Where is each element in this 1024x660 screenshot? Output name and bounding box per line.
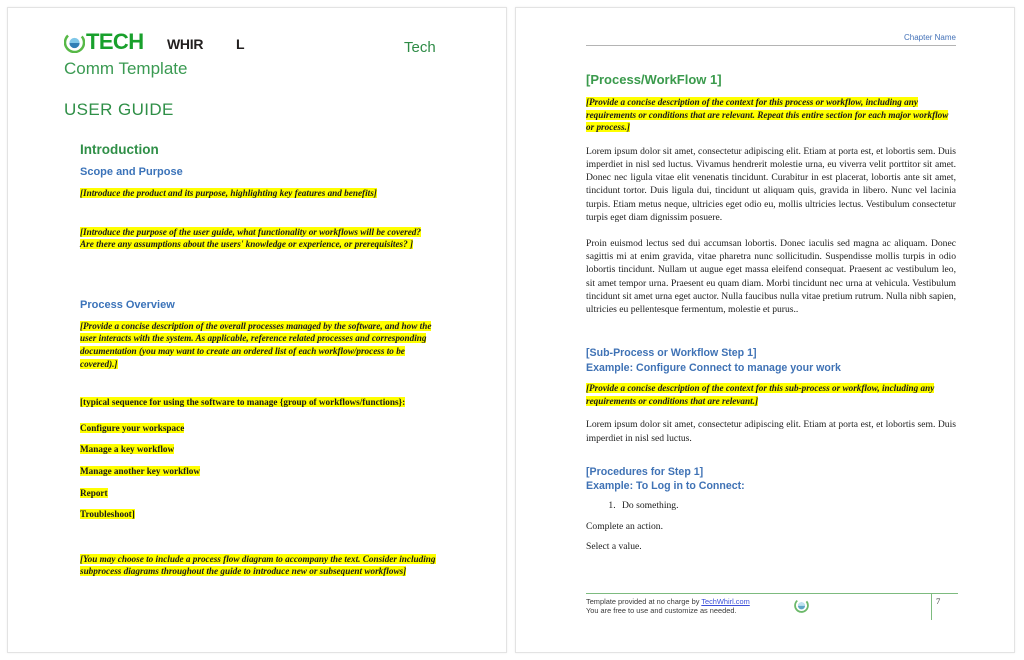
chapter-name-header: Chapter Name xyxy=(903,33,956,42)
footer-credit-prefix: Template provided at no charge by xyxy=(586,597,702,606)
page-left: TECH WHIR L Tech Comm Template USER GUID… xyxy=(7,7,507,653)
heading-procedures-line1: [Procedures for Step 1] xyxy=(586,465,704,478)
note-process-diagram-text: [You may choose to include a process flo… xyxy=(80,553,436,577)
footer-credit-line2: You are free to use and customize as nee… xyxy=(586,606,737,616)
heading-subprocess-line1: [Sub-Process or Workflow Step 1] xyxy=(586,347,757,360)
workflow-item-label: Manage another key workflow xyxy=(80,465,201,476)
note-process-overview: [Provide a concise description of the ov… xyxy=(80,320,436,370)
subprocess-section: [Sub-Process or Workflow Step 1] Example… xyxy=(586,346,956,445)
right-page-content: Chapter Name [Process/WorkFlow 1] [Provi… xyxy=(586,32,956,553)
heading-process-workflow: [Process/WorkFlow 1] xyxy=(586,72,722,87)
list-item: Manage a key workflow xyxy=(80,443,464,456)
note-subprocess-context-text: [Provide a concise description of the co… xyxy=(586,383,935,406)
heading-introduction: Introduction xyxy=(80,142,159,157)
note-process-diagram: [You may choose to include a process flo… xyxy=(80,553,436,578)
page-number: 7 xyxy=(936,596,941,606)
note-subprocess-context: [Provide a concise description of the co… xyxy=(586,382,956,407)
footer-credit-text: Template provided at no charge by TechWh… xyxy=(586,597,750,616)
heading-procedures-line2: Example: To Log in to Connect: xyxy=(586,480,745,493)
workflow-item-label: Configure your workspace xyxy=(80,422,185,433)
note-product-purpose: [Introduce the product and its purpose, … xyxy=(80,187,436,200)
list-item: Select a value. xyxy=(586,540,642,552)
body-paragraph: Lorem ipsum dolor sit amet, consectetur … xyxy=(586,419,956,444)
workflow-item-label: Report xyxy=(80,487,108,498)
left-page-content: TECH WHIR L Tech Comm Template USER GUID… xyxy=(63,29,464,578)
note-typical-sequence-text: [typical sequence for using the software… xyxy=(80,397,406,408)
page-footer: Template provided at no charge by TechWh… xyxy=(586,593,958,623)
list-item: Report xyxy=(80,487,464,500)
list-item: Do something. xyxy=(618,499,956,513)
page-right: Chapter Name [Process/WorkFlow 1] [Provi… xyxy=(515,7,1015,653)
footer-vertical-divider xyxy=(931,594,932,620)
heading-process-overview: Process Overview xyxy=(80,298,175,311)
document-type-title: USER GUIDE xyxy=(64,100,174,119)
list-item: Complete an action. xyxy=(586,520,663,532)
note-process-context: [Provide a concise description of the co… xyxy=(586,96,956,134)
brand-tech-text: TECH xyxy=(86,29,144,54)
list-item: Troubleshoot] xyxy=(80,508,464,521)
note-product-purpose-text: [Introduce the product and its purpose, … xyxy=(80,188,377,198)
header-divider xyxy=(586,45,956,46)
brand-header: TECH WHIR L Tech xyxy=(63,29,464,56)
list-item: Configure your workspace xyxy=(80,422,464,435)
header-right-text: Tech xyxy=(404,39,436,56)
heading-scope-and-purpose: Scope and Purpose xyxy=(80,166,183,178)
techwhirl-swirl-logo-icon xyxy=(794,598,809,613)
list-item: Manage another key workflow xyxy=(80,465,464,478)
footer-body: Template provided at no charge by TechWh… xyxy=(586,594,958,620)
note-guide-purpose-text: [Introduce the purpose of the user guide… xyxy=(80,226,421,250)
brand-subtitle: Comm Template xyxy=(64,59,188,78)
procedures-section: [Procedures for Step 1] Example: To Log … xyxy=(586,465,956,553)
note-typical-sequence: [typical sequence for using the software… xyxy=(80,396,436,409)
techwhirl-link[interactable]: TechWhirl.com xyxy=(701,597,749,606)
note-guide-purpose: [Introduce the purpose of the user guide… xyxy=(80,226,436,251)
brand-whirl-tail-text: L xyxy=(236,36,245,52)
techwhirl-swirl-logo-icon xyxy=(63,31,86,54)
workflow-item-label: Troubleshoot] xyxy=(80,509,135,520)
body-paragraph: Lorem ipsum dolor sit amet, consectetur … xyxy=(586,145,956,223)
heading-subprocess-line2: Example: Configure Connect to manage you… xyxy=(586,361,841,374)
document-spread: TECH WHIR L Tech Comm Template USER GUID… xyxy=(0,0,1024,660)
note-process-overview-text: [Provide a concise description of the ov… xyxy=(80,320,432,369)
note-process-context-text: [Provide a concise description of the co… xyxy=(586,97,949,133)
numbered-step-list: Do something. xyxy=(586,499,956,513)
body-paragraph: Proin euismod lectus sed dui accumsan lo… xyxy=(586,238,956,316)
workflow-item-label: Manage a key workflow xyxy=(80,444,175,455)
brand-whirl-text: WHIR xyxy=(167,36,204,52)
